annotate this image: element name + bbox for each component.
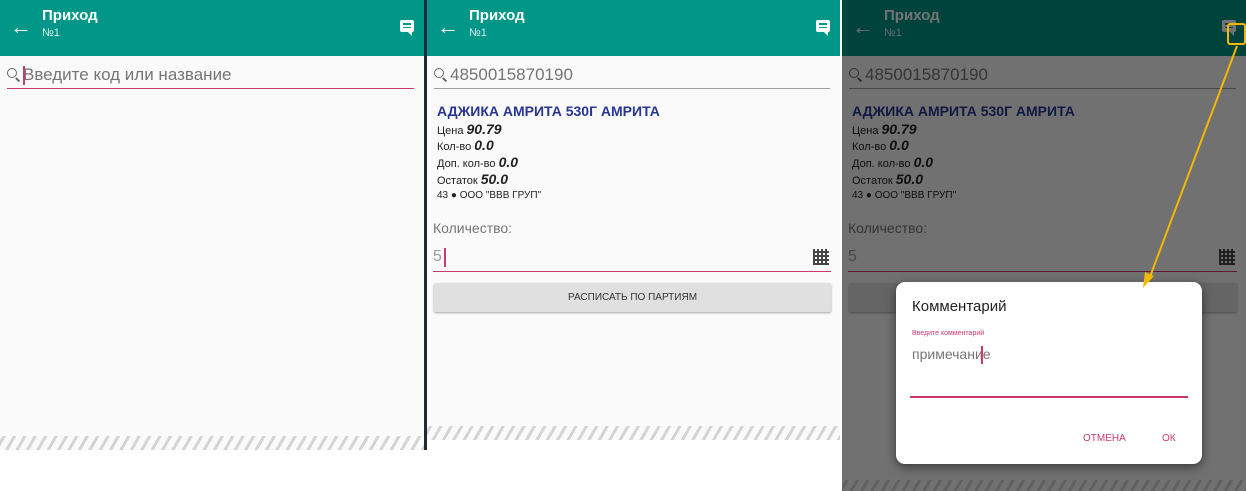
supplier-line: 43 ● ООО "ВВВ ГРУП"	[437, 190, 542, 201]
search-placeholder: Введите код или название	[23, 65, 232, 84]
screen-comment-dialog: ← Приход №1 4850015870190 АДЖИКА АМРИТА …	[842, 0, 1246, 491]
batch-split-button[interactable]: РАСПИСАТЬ ПО ПАРТИЯМ	[434, 283, 831, 312]
quantity-label: Количество:	[433, 220, 513, 236]
comment-icon[interactable]	[816, 20, 830, 36]
search-value: 4850015870190	[450, 65, 573, 84]
text-cursor	[23, 66, 25, 85]
app-title: Приход	[42, 7, 98, 24]
qr-code-icon[interactable]	[813, 249, 829, 265]
app-title: Приход	[469, 7, 525, 24]
screen-search-empty: ← Приход №1 Введите код или название	[0, 0, 424, 450]
screen-product-found: ← Приход №1 4850015870190 АДЖИКА АМРИТА …	[427, 0, 840, 440]
app-bar: ← Приход №1	[427, 0, 840, 56]
quantity-input[interactable]: 5	[433, 244, 831, 272]
callout-arrow	[1143, 45, 1238, 288]
quantity-value: 5	[433, 248, 442, 265]
doc-number: №1	[469, 27, 487, 39]
product-name: АДЖИКА АМРИТА 530Г АМРИТА	[437, 103, 660, 119]
stock-line: Остаток 50.0	[437, 171, 509, 187]
extra-qty-line: Доп. кол-во 0.0	[437, 154, 519, 170]
torn-edge	[0, 436, 424, 450]
back-arrow-icon[interactable]: ←	[10, 16, 32, 38]
search-icon	[434, 68, 444, 78]
app-bar: ← Приход №1	[0, 0, 424, 56]
torn-edge	[427, 426, 840, 440]
back-arrow-icon[interactable]: ←	[437, 16, 459, 38]
price-line: Цена 90.79	[437, 121, 502, 137]
doc-number: №1	[42, 27, 60, 39]
search-icon	[7, 68, 17, 78]
search-input[interactable]: 4850015870190	[434, 62, 830, 89]
qty-line: Кол-во 0.0	[437, 137, 494, 153]
search-input[interactable]: Введите код или название	[7, 62, 414, 89]
text-cursor	[444, 248, 446, 267]
comment-icon[interactable]	[400, 20, 414, 36]
